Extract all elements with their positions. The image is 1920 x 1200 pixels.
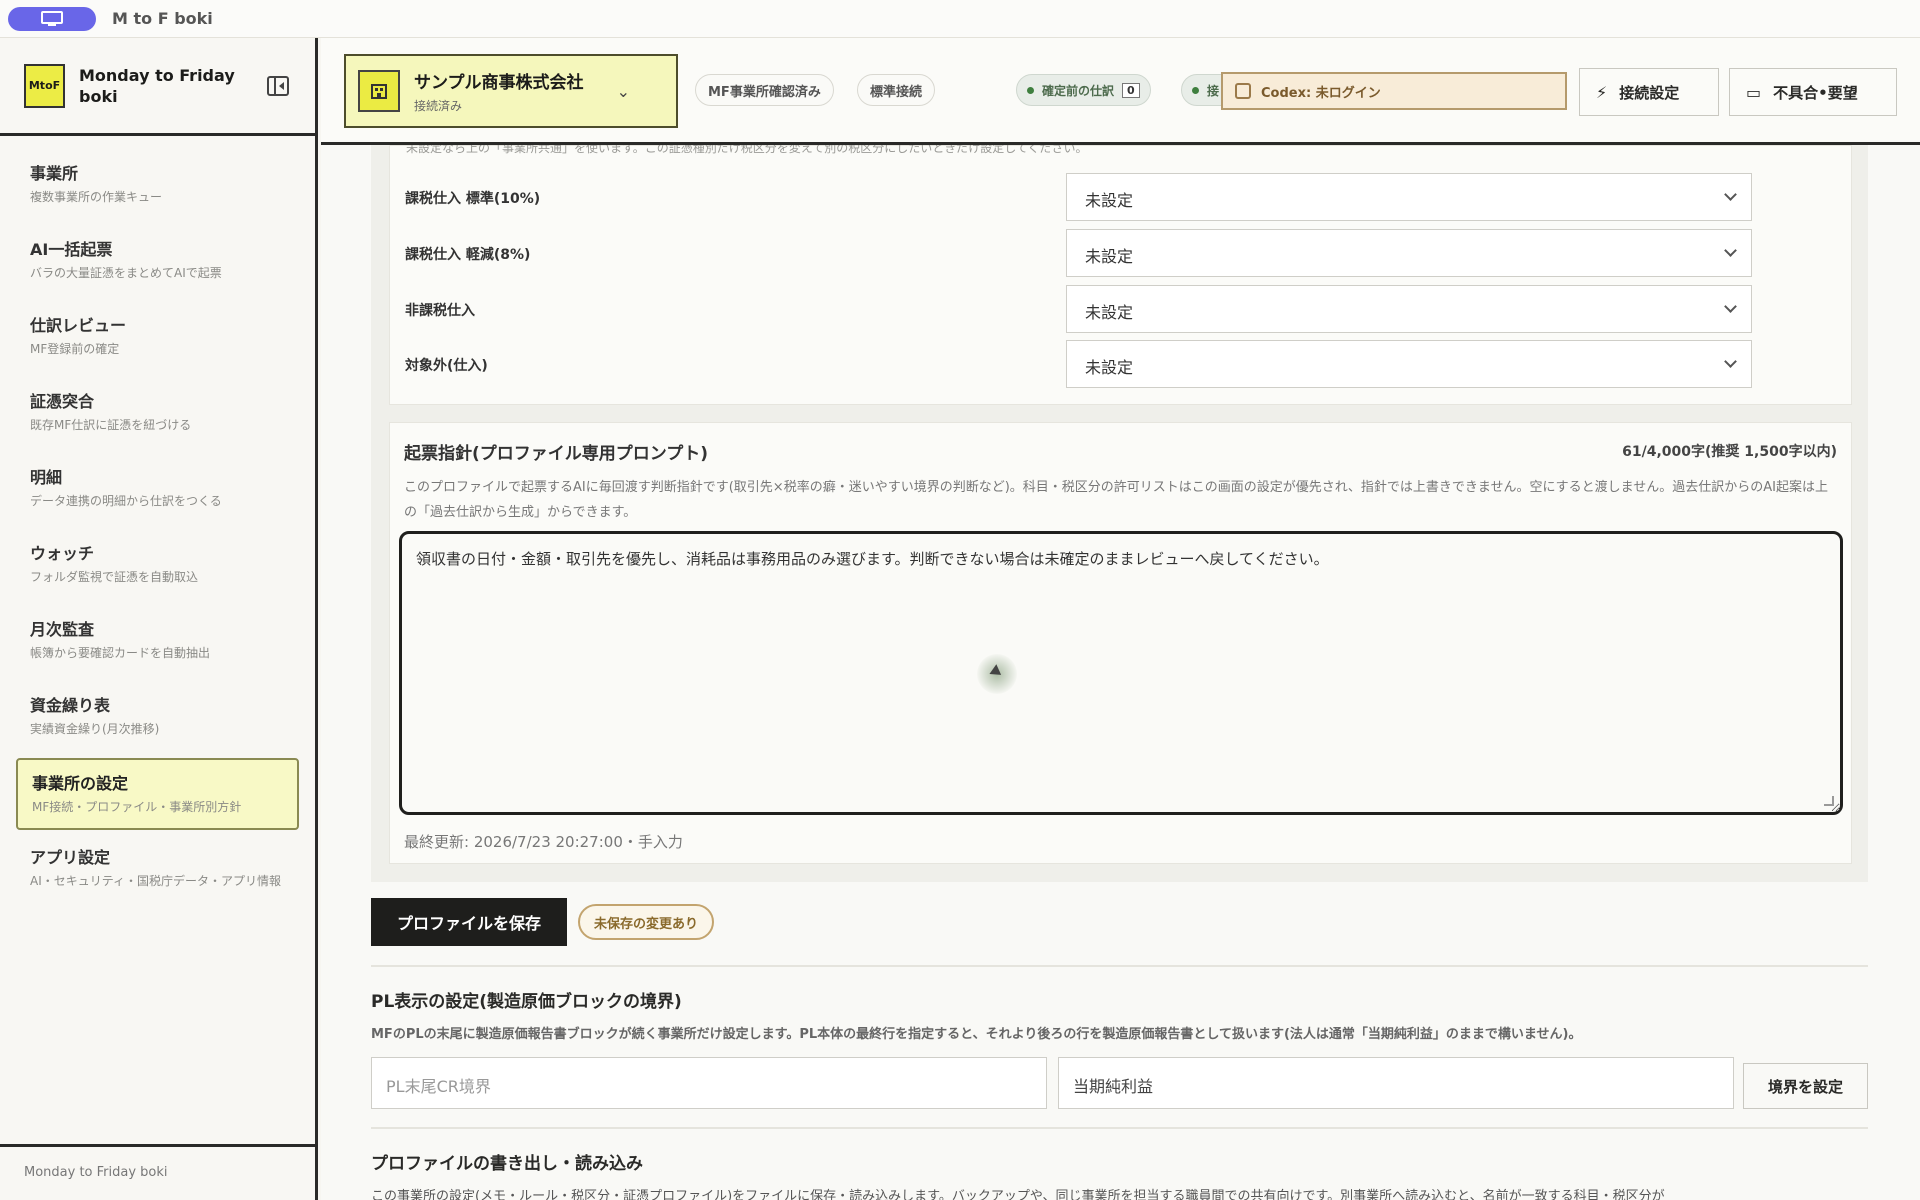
export-title: プロファイルの書き出し・読み込み xyxy=(371,1154,643,1174)
status-dot-icon xyxy=(1027,86,1034,94)
codex-login-status[interactable]: Codex: 未ログイン xyxy=(1221,72,1567,110)
prompt-last-updated: 最終更新: 2026/7/23 20:27:00・手入力 xyxy=(404,833,683,851)
tax-category-select[interactable]: 未設定 xyxy=(1066,229,1752,277)
chevron-down-icon: ⌄ xyxy=(616,82,630,101)
sidebar-item-label: 証憑突合 xyxy=(30,392,95,411)
export-desc: この事業所の設定(メモ・ルール・税区分・証憑プロファイル)をファイルに保存・読み… xyxy=(371,1189,1665,1200)
standard-connection-tag: 標準接続 xyxy=(857,74,936,106)
brand: MtoF Monday to Friday boki xyxy=(0,38,315,136)
mapping-row: 課税仕入 軽減(8%) 未設定 xyxy=(390,229,1853,277)
set-boundary-button[interactable]: 境界を設定 xyxy=(1743,1063,1868,1109)
status-dot-icon xyxy=(1192,86,1199,94)
divider xyxy=(371,1127,1868,1129)
collapse-sidebar-icon[interactable] xyxy=(267,76,289,96)
main-content: 課税仕入 標準(10%) 未設定 課税仕入 軽減(8%) 未設定 非課税仕入 未… xyxy=(321,145,1920,1200)
sidebar-item-office-settings[interactable]: 事業所の設定 MF接続・プロファイル・事業所別方針 xyxy=(16,758,299,830)
sidebar-nav: 事業所 複数事業所の作業キュー AI一括起票 バラの大量証憑をまとめてAIで起票… xyxy=(0,136,315,906)
pending-journals-pill[interactable]: 確定前の仕訳 0 xyxy=(1016,74,1151,106)
sidebar-item-desc: 帳簿から要確認カードを自動抽出 xyxy=(30,646,211,660)
sidebar-item-monthly-audit[interactable]: 月次監査 帳簿から要確認カードを自動抽出 xyxy=(16,606,299,678)
tax-mapping-card: 課税仕入 標準(10%) 未設定 課税仕入 軽減(8%) 未設定 非課税仕入 未… xyxy=(389,145,1852,405)
prompt-textarea[interactable]: 領収書の日付・金額・取引先を優先し、消耗品は事務用品のみ選びます。判断できない場… xyxy=(399,531,1843,815)
unsaved-changes-badge: 未保存の変更あり xyxy=(578,904,715,940)
building-icon xyxy=(358,70,400,112)
prompt-card: 起票指針(プロファイル専用プロンプト) 61/4,000字(推奨 1,500字以… xyxy=(389,422,1852,864)
brand-logo: MtoF xyxy=(24,63,65,108)
prompt-description: このプロファイルで起票するAIに毎回渡す判断指針です(取引先×税率の癖・迷いやす… xyxy=(404,480,1828,520)
sidebar-item-cashflow[interactable]: 資金繰り表 実績資金繰り(月次推移) xyxy=(16,682,299,754)
sidebar-item-label: アプリ設定 xyxy=(30,848,111,867)
sidebar-item-voucher-match[interactable]: 証憑突合 既存MF仕訳に証憑を紐づける xyxy=(16,378,299,450)
brand-name: Monday to Friday boki xyxy=(79,65,235,106)
title-bar: M to F boki xyxy=(0,0,1920,38)
sidebar-item-desc: 複数事業所の作業キュー xyxy=(30,190,163,204)
sidebar-item-app-settings[interactable]: アプリ設定 AI・セキュリティ・国税庁データ・アプリ情報 xyxy=(16,834,299,906)
sidebar-footer: Monday to Friday boki xyxy=(0,1144,315,1200)
company-switcher[interactable]: サンプル商事株式会社 接続済み ⌄ xyxy=(344,54,678,128)
sidebar-item-label: 明細 xyxy=(30,468,63,487)
sidebar-item-desc: データ連携の明細から仕訳をつくる xyxy=(30,494,222,508)
prompt-text: 領収書の日付・金額・取引先を優先し、消耗品は事務用品のみ選びます。判断できない場… xyxy=(416,550,1329,568)
sidebar-item-label: 仕訳レビュー xyxy=(30,316,127,335)
pl-settings-title: PL表示の設定(製造原価ブロックの境界) xyxy=(371,992,682,1012)
sidebar-item-label: 事業所 xyxy=(30,164,79,183)
connection-status-label: 接 xyxy=(1207,83,1220,98)
resize-grip-icon[interactable] xyxy=(1824,796,1834,806)
sidebar: MtoF Monday to Friday boki 事業所 複数事業所の作業キ… xyxy=(0,38,318,1200)
codex-label: Codex: 未ログイン xyxy=(1261,85,1381,101)
tax-category-select[interactable]: 未設定 xyxy=(1066,340,1752,388)
pending-label: 確定前の仕訳 xyxy=(1042,83,1115,98)
window-switcher-icon[interactable] xyxy=(8,6,96,31)
mapping-label: 課税仕入 標準(10%) xyxy=(405,191,541,207)
plug-icon: ⚡ xyxy=(1596,82,1608,102)
pl-last-row-input[interactable]: 当期純利益 xyxy=(1058,1057,1734,1109)
window-title: M to F boki xyxy=(112,9,213,28)
mapping-note: 未設定なら上の「事業所共通」を使います。この証憑種別だけ税区分を変えて別の税区分… xyxy=(406,145,1088,155)
feedback-button[interactable]: ▭ 不具合•要望 xyxy=(1729,68,1897,116)
sidebar-item-desc: 既存MF仕訳に証憑を紐づける xyxy=(30,418,192,432)
sidebar-item-label: ウォッチ xyxy=(30,544,95,563)
sidebar-item-statements[interactable]: 明細 データ連携の明細から仕訳をつくる xyxy=(16,454,299,526)
pending-count: 0 xyxy=(1122,82,1140,98)
pl-boundary-input[interactable]: PL末尾CR境界 xyxy=(371,1057,1047,1109)
divider xyxy=(371,965,1868,967)
sidebar-item-desc: フォルダ監視で証憑を自動取込 xyxy=(30,570,199,584)
sidebar-item-desc: MF接続・プロファイル・事業所別方針 xyxy=(32,800,242,814)
sidebar-item-desc: AI・セキュリティ・国税庁データ・アプリ情報 xyxy=(30,874,282,888)
mapping-label: 対象外(仕入) xyxy=(405,358,488,374)
sidebar-item-ai-batch[interactable]: AI一括起票 バラの大量証憑をまとめてAIで起票 xyxy=(16,226,299,298)
tax-category-select[interactable]: 未設定 xyxy=(1066,285,1752,333)
sidebar-item-label: 月次監査 xyxy=(30,620,95,639)
company-name: サンプル商事株式会社 xyxy=(414,73,584,93)
mf-confirmed-tag: MF事業所確認済み xyxy=(695,74,834,106)
save-profile-button[interactable]: プロファイルを保存 xyxy=(371,898,567,946)
mapping-row: 非課税仕入 未設定 xyxy=(390,285,1853,333)
sidebar-item-label: 事業所の設定 xyxy=(32,774,129,793)
sidebar-item-offices[interactable]: 事業所 複数事業所の作業キュー xyxy=(16,150,299,222)
prompt-char-count: 61/4,000字(推奨 1,500字以内) xyxy=(1622,444,1837,460)
company-status: 接続済み xyxy=(414,99,463,113)
mapping-row: 課税仕入 標準(10%) 未設定 xyxy=(390,173,1853,221)
comment-icon: ▭ xyxy=(1746,82,1762,102)
sidebar-item-label: 資金繰り表 xyxy=(30,696,111,715)
mapping-row: 対象外(仕入) 未設定 xyxy=(390,340,1853,388)
prompt-title: 起票指針(プロファイル専用プロンプト) xyxy=(404,444,709,464)
mapping-label: 課税仕入 軽減(8%) xyxy=(405,247,531,263)
sidebar-item-label: AI一括起票 xyxy=(30,240,113,259)
codex-icon xyxy=(1235,83,1251,99)
sidebar-item-watch[interactable]: ウォッチ フォルダ監視で証憑を自動取込 xyxy=(16,530,299,602)
sidebar-item-desc: MF登録前の確定 xyxy=(30,342,120,356)
mapping-label: 非課税仕入 xyxy=(405,303,475,319)
feedback-label: 不具合•要望 xyxy=(1773,83,1858,102)
sidebar-item-desc: バラの大量証憑をまとめてAIで起票 xyxy=(30,266,222,280)
connection-settings-label: 接続設定 xyxy=(1619,83,1680,102)
connection-settings-button[interactable]: ⚡ 接続設定 xyxy=(1579,68,1719,116)
sidebar-item-desc: 実績資金繰り(月次推移) xyxy=(30,722,160,736)
tax-category-select[interactable]: 未設定 xyxy=(1066,173,1752,221)
sidebar-item-journal-review[interactable]: 仕訳レビュー MF登録前の確定 xyxy=(16,302,299,374)
pl-settings-desc: MFのPLの末尾に製造原価報告書ブロックが続く事業所だけ設定します。PL本体の最… xyxy=(371,1027,1582,1042)
top-bar: サンプル商事株式会社 接続済み ⌄ MF事業所確認済み 標準接続 確定前の仕訳 … xyxy=(321,38,1920,145)
mouse-cursor-icon xyxy=(977,654,1017,694)
